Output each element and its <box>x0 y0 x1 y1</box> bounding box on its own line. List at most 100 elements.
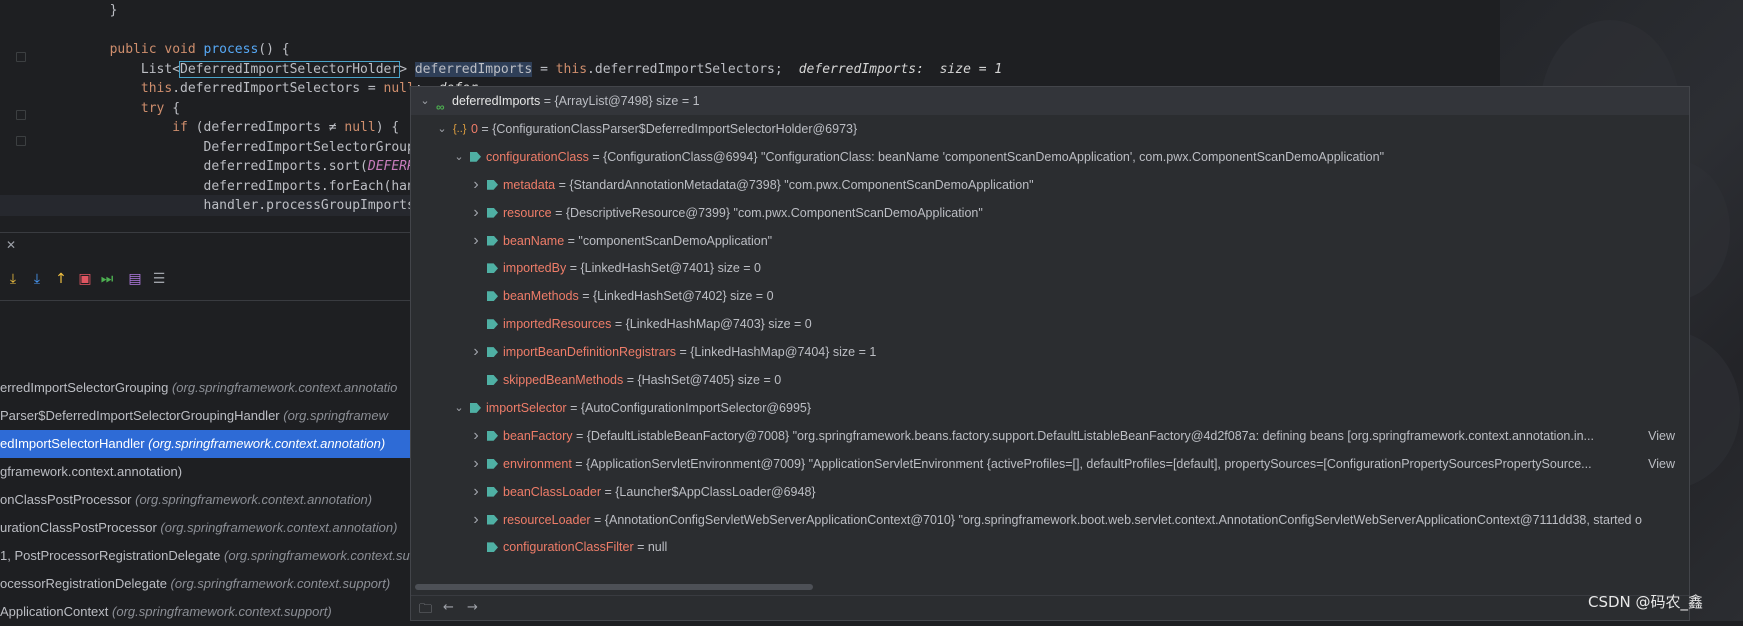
code-line[interactable] <box>0 20 1743 41</box>
chevron-down-icon[interactable]: ⌄ <box>419 87 431 115</box>
variable-value: = {AnnotationConfigServletWebServerAppli… <box>590 512 1642 527</box>
stack-frame[interactable]: onClassPostProcessor (org.springframewor… <box>0 486 410 514</box>
variable-node[interactable]: configurationClassFilter = null <box>411 533 1689 561</box>
stack-frame[interactable]: ApplicationContext (org.springframework.… <box>0 598 410 626</box>
close-icon[interactable]: ✕ <box>6 238 16 252</box>
horizontal-scrollbar[interactable] <box>413 583 1689 591</box>
chevron-right-icon[interactable]: › <box>470 450 482 478</box>
variable-name: importedBy <box>503 261 567 276</box>
view-link[interactable]: View <box>1648 450 1675 478</box>
variables-popup: ⌄ ∞ deferredImports = {ArrayList@7498} siz… <box>410 86 1690 621</box>
code-token: > <box>399 61 415 77</box>
stack-frame[interactable]: gframework.context.annotation) <box>0 458 410 486</box>
frame-package: (org.springframework.context.support) <box>108 604 332 619</box>
variable-label: deferredImports = {ArrayList@7498} size … <box>452 87 700 115</box>
variable-node[interactable]: › importBeanDefinitionRegistrars = {Linke… <box>411 338 1689 366</box>
view-link[interactable]: View <box>1648 422 1675 450</box>
stack-frame[interactable]: edImportSelectorHandler (org.springframe… <box>0 430 410 458</box>
variable-node[interactable]: › metadata = {StandardAnnotationMetadata@… <box>411 171 1689 199</box>
variable-node[interactable]: ⌄ ∞ deferredImports = {ArrayList@7498} siz… <box>411 87 1689 115</box>
stack-frame[interactable]: urationClassPostProcessor (org.springfra… <box>0 514 410 542</box>
chevron-right-icon[interactable]: › <box>470 478 482 506</box>
code-token: if <box>172 120 188 135</box>
chevron-right-icon[interactable]: › <box>470 199 482 227</box>
back-arrow-icon[interactable]: ← <box>443 600 454 615</box>
variable-value: = {ConfigurationClass@6994} "Configurati… <box>588 149 1385 164</box>
code-line[interactable]: public void process() { <box>0 39 1743 60</box>
variable-value: = {StandardAnnotationMetadata@7398} "com… <box>555 177 1034 192</box>
variable-name: configurationClass <box>486 149 589 164</box>
variable-node[interactable]: ⌄ configurationClass = {ConfigurationClas… <box>411 143 1689 171</box>
stack-frame[interactable]: ocessorRegistrationDelegate (org.springf… <box>0 570 410 598</box>
scrollbar-thumb[interactable] <box>415 584 813 590</box>
variable-node[interactable]: › beanClassLoader = {Launcher$AppClassLoa… <box>411 478 1689 506</box>
variable-label: environment = {ApplicationServletEnviron… <box>503 450 1639 478</box>
variable-node[interactable]: › resourceLoader = {AnnotationConfigServl… <box>411 506 1689 534</box>
frame-package: (org.springframework.context.annotation) <box>144 436 386 451</box>
variable-value: = {ApplicationServletEnvironment@7009} "… <box>571 456 1592 471</box>
variable-node[interactable]: ⌄ importSelector = {AutoConfigurationImpo… <box>411 394 1689 422</box>
code-token: try <box>140 100 165 116</box>
field-icon <box>487 375 498 385</box>
folder-icon[interactable]: 🗀 <box>419 600 432 622</box>
frame-method: urationClassPostProcessor <box>0 520 157 535</box>
code-token: List< <box>140 61 181 77</box>
frame-method: Parser$DeferredImportSelectorGroupingHan… <box>0 408 280 423</box>
variable-name: beanClassLoader <box>503 484 601 499</box>
variable-value: = {LinkedHashSet@7401} size = 0 <box>566 261 762 276</box>
variable-node[interactable]: skippedBeanMethods = {HashSet@7405} size… <box>411 366 1689 394</box>
variable-node[interactable]: › beanFactory = {DefaultListableBeanFacto… <box>411 422 1689 450</box>
field-icon <box>487 458 498 469</box>
frames-divider <box>0 300 410 301</box>
chevron-down-icon[interactable]: ⌄ <box>453 394 465 422</box>
chevron-right-icon[interactable]: › <box>470 422 482 450</box>
forward-arrow-icon[interactable]: → <box>467 600 478 615</box>
chevron-right-icon[interactable]: › <box>470 171 482 199</box>
chevron-down-icon[interactable]: ⌄ <box>453 143 465 171</box>
force-step-into-icon[interactable]: ⤓ <box>28 270 46 288</box>
variable-node[interactable]: ⌄ {..} 0 = {ConfigurationClassParser$Defer… <box>411 115 1689 143</box>
code-line[interactable]: List<DeferredImportSelectorHolder> defer… <box>0 59 1743 80</box>
field-icon <box>487 347 498 358</box>
variable-label: resource = {DescriptiveResource@7399} "c… <box>503 199 983 227</box>
stack-frame[interactable]: Parser$DeferredImportSelectorGroupingHan… <box>0 402 410 430</box>
frame-method: onClassPostProcessor <box>0 492 132 507</box>
variable-node[interactable]: importedBy = {LinkedHashSet@7401} size =… <box>411 254 1689 282</box>
code-token: this <box>555 61 588 77</box>
chevron-right-icon[interactable]: › <box>470 338 482 366</box>
stack-frame[interactable]: erredImportSelectorGrouping (org.springf… <box>0 374 410 402</box>
variable-node[interactable]: beanMethods = {LinkedHashSet@7402} size … <box>411 282 1689 310</box>
variable-node[interactable]: › beanName = "componentScanDemoApplicatio… <box>411 227 1689 255</box>
code-token: handler.processGroupImports(); <box>203 198 439 213</box>
code-token: null <box>344 120 376 135</box>
variable-value: = "componentScanDemoApplication" <box>564 233 773 248</box>
field-icon <box>487 430 498 441</box>
code-token: } <box>109 3 118 18</box>
chevron-right-icon[interactable]: › <box>470 506 482 534</box>
popup-toolbar: 🗀 ← → <box>411 595 1689 622</box>
chevron-right-icon[interactable]: › <box>470 227 482 255</box>
drop-frame-icon[interactable]: ▣ <box>76 270 94 288</box>
stack-frames-list: erredImportSelectorGrouping (org.springf… <box>0 374 410 626</box>
step-into-icon[interactable]: ⤓ <box>4 270 22 288</box>
variable-value: = {DescriptiveResource@7399} "com.pwx.Co… <box>551 205 983 220</box>
step-out-icon[interactable]: ↑ <box>52 270 70 288</box>
variable-label: importBeanDefinitionRegistrars = {Linked… <box>503 338 876 366</box>
chevron-down-icon[interactable]: ⌄ <box>436 115 448 143</box>
evaluate-expression-icon[interactable]: ▤ <box>126 270 144 288</box>
variable-node[interactable]: › environment = {ApplicationServletEnviro… <box>411 450 1689 478</box>
frames-settings-icon[interactable]: ☰ <box>150 270 168 288</box>
stack-frame[interactable]: 1, PostProcessorRegistrationDelegate (or… <box>0 542 410 570</box>
code-line[interactable]: } <box>0 0 1743 21</box>
watermark: CSDN @码农_鑫 <box>1588 593 1704 611</box>
variable-label: metadata = {StandardAnnotationMetadata@7… <box>503 171 1034 199</box>
run-to-cursor-icon[interactable]: ⏭ <box>98 270 116 288</box>
code-token: (deferredImports ≠ <box>187 120 345 135</box>
variable-node[interactable]: importedResources = {LinkedHashMap@7403}… <box>411 310 1689 338</box>
variable-node[interactable]: › resource = {DescriptiveResource@7399} "… <box>411 199 1689 227</box>
field-icon <box>470 151 481 162</box>
